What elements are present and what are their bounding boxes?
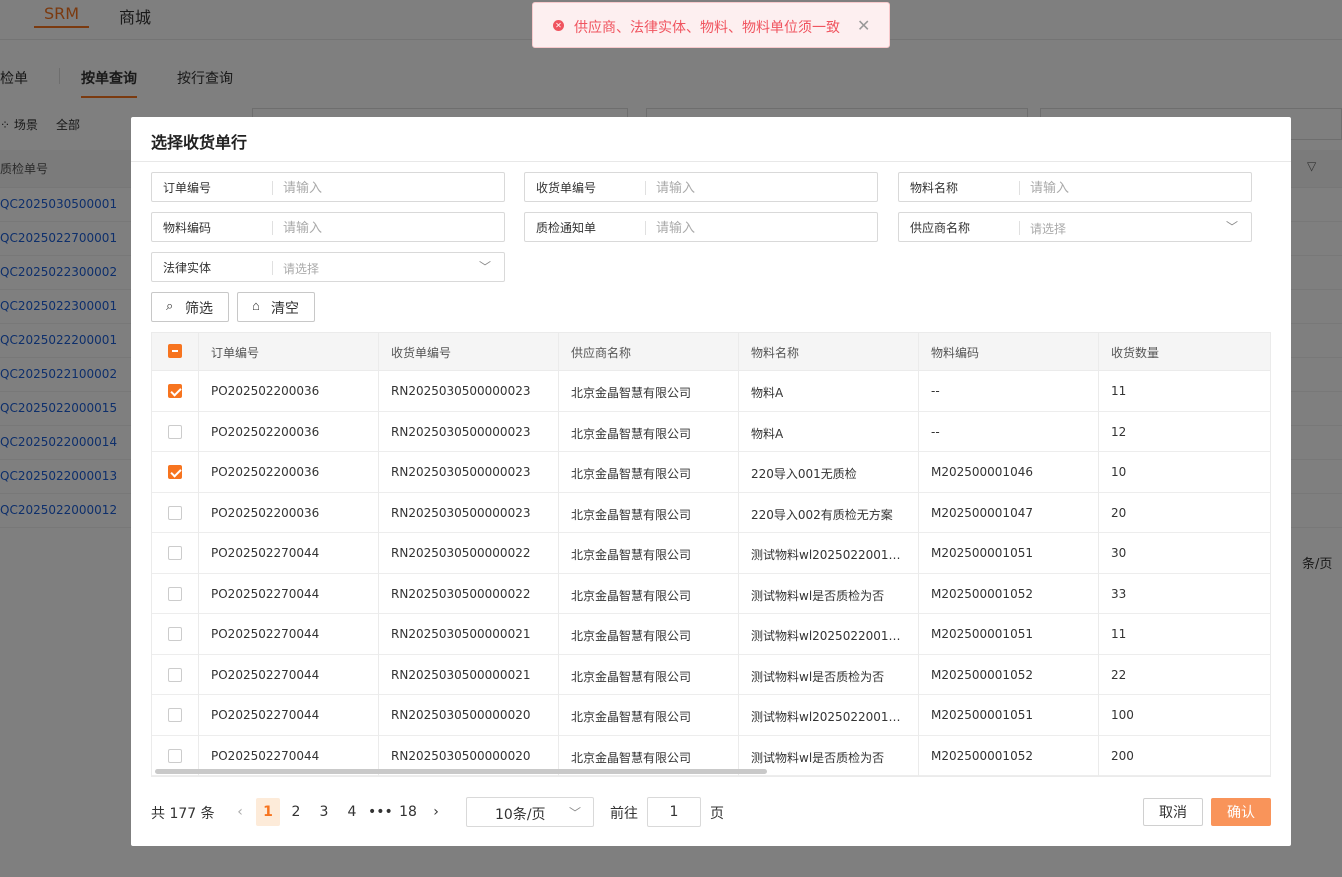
supplier-name-select[interactable]: 供应商名称 请选择 ﹀ <box>898 212 1252 242</box>
column-divider <box>918 333 919 776</box>
table-header: 订单编号 收货单编号 供应商名称 物料名称 物料编码 收货数量 <box>152 333 1270 371</box>
table-cell: 200 <box>1111 748 1134 763</box>
field-label: 法律实体 <box>163 261 212 275</box>
total-count: 共 177 条 <box>151 806 215 822</box>
order-number-input[interactable] <box>283 178 483 198</box>
field-divider <box>1019 181 1020 195</box>
row-checkbox[interactable] <box>168 384 182 398</box>
filter-button-label: 筛选 <box>185 300 213 316</box>
field-divider <box>272 181 273 195</box>
clear-button[interactable]: ⌂ 清空 <box>237 292 315 322</box>
row-checkbox[interactable] <box>168 748 182 763</box>
confirm-button[interactable]: 确认 <box>1211 798 1271 826</box>
field-label: 质检通知单 <box>536 221 597 235</box>
field-label: 订单编号 <box>163 181 212 195</box>
material-name-field[interactable]: 物料名称 <box>898 172 1252 202</box>
select-placeholder: 请选择 <box>1030 222 1067 236</box>
field-label: 物料编码 <box>163 221 212 235</box>
next-page-button[interactable]: › <box>424 798 448 826</box>
field-label: 供应商名称 <box>910 221 971 235</box>
receipt-number-input[interactable] <box>656 178 856 198</box>
table-row[interactable]: PO202502270044 RN2025030500000022 北京金晶智慧有限… <box>152 533 1270 574</box>
chevron-down-icon: ﹀ <box>569 806 582 820</box>
table-row[interactable]: PO202502200036 RN2025030500000023 北京金晶智慧有限… <box>152 412 1270 452</box>
row-checkbox[interactable] <box>168 627 182 641</box>
material-name-input[interactable] <box>1030 178 1230 198</box>
error-icon: ✕ <box>553 20 564 31</box>
table-row[interactable]: PO202502200036 RN2025030500000023 北京金晶智慧有限… <box>152 493 1270 533</box>
row-checkbox[interactable] <box>168 586 182 601</box>
field-divider <box>645 221 646 235</box>
clear-button-label: 清空 <box>271 300 299 316</box>
table-row[interactable]: PO202502270044 RN2025030500000020 北京金晶智慧有限… <box>152 695 1270 736</box>
inspection-notice-input[interactable] <box>656 218 856 238</box>
page-size-select[interactable]: 10条/页 ﹀ <box>466 797 594 827</box>
field-divider <box>1019 221 1020 235</box>
table-row[interactable]: PO202502200036 RN2025030500000023 北京金晶智慧有限… <box>152 371 1270 412</box>
order-number-field[interactable]: 订单编号 <box>151 172 505 202</box>
field-divider <box>272 221 273 235</box>
search-icon: ⌕ <box>166 298 174 313</box>
column-divider <box>378 333 379 776</box>
field-label: 物料名称 <box>910 181 959 195</box>
page-18[interactable]: 18 <box>396 798 420 826</box>
field-divider <box>272 261 273 275</box>
chevron-down-icon: ﹀ <box>479 260 492 274</box>
receipt-number-field[interactable]: 收货单编号 <box>524 172 878 202</box>
page-ellipsis[interactable]: ••• <box>368 798 393 826</box>
receipt-line-table: 订单编号 收货单编号 供应商名称 物料名称 物料编码 收货数量 PO202502… <box>151 332 1271 777</box>
chevron-down-icon: ﹀ <box>1226 220 1239 234</box>
table-row[interactable]: PO202502270044 RN2025030500000022 北京金晶智慧有限… <box>152 574 1270 614</box>
column-divider <box>738 333 739 776</box>
dialog-header: 选择收货单行 <box>131 117 1291 162</box>
row-checkbox[interactable] <box>168 505 182 520</box>
table-row[interactable]: PO202502270044 RN2025030500000021 北京金晶智慧有限… <box>152 614 1270 655</box>
field-divider <box>645 181 646 195</box>
table-cell: M202500001052 <box>931 748 1033 763</box>
close-icon[interactable]: ✕ <box>857 16 870 35</box>
field-label: 收货单编号 <box>536 181 597 195</box>
page-1[interactable]: 1 <box>256 798 280 826</box>
legal-entity-select[interactable]: 法律实体 请选择 ﹀ <box>151 252 505 282</box>
table-cell: 测试物料wl是否质检为否 <box>751 750 885 765</box>
row-checkbox[interactable] <box>168 546 182 560</box>
goto-label: 前往 <box>610 806 638 822</box>
filter-button[interactable]: ⌕ 筛选 <box>151 292 229 322</box>
column-divider <box>198 333 199 776</box>
dialog-title: 选择收货单行 <box>151 133 248 152</box>
row-checkbox[interactable] <box>168 667 182 682</box>
page-4[interactable]: 4 <box>340 798 364 826</box>
table-row[interactable]: PO202502200036 RN2025030500000023 北京金晶智慧有限… <box>152 452 1270 493</box>
select-receipt-line-dialog: 选择收货单行 订单编号 收货单编号 物料名称 物料编码 质检通知单 供应商名称 … <box>131 117 1291 846</box>
material-code-input[interactable] <box>283 218 483 238</box>
page-size-value: 10条/页 <box>495 807 546 823</box>
select-all-checkbox[interactable] <box>168 344 182 358</box>
error-toast: ✕ 供应商、法律实体、物料、物料单位须一致 ✕ <box>532 2 890 48</box>
page-3[interactable]: 3 <box>312 798 336 826</box>
row-checkbox[interactable] <box>168 424 182 439</box>
select-placeholder: 请选择 <box>283 262 320 276</box>
column-divider <box>1098 333 1099 776</box>
inspection-notice-field[interactable]: 质检通知单 <box>524 212 878 242</box>
goto-suffix: 页 <box>710 806 724 822</box>
horizontal-scrollbar[interactable] <box>155 769 767 774</box>
table-row[interactable]: PO202502270044 RN2025030500000021 北京金晶智慧有限… <box>152 655 1270 695</box>
goto-page-input[interactable] <box>647 797 701 827</box>
row-checkbox[interactable] <box>168 465 182 479</box>
material-code-field[interactable]: 物料编码 <box>151 212 505 242</box>
toast-message: 供应商、法律实体、物料、物料单位须一致 <box>574 20 840 36</box>
prev-page-button[interactable]: ‹ <box>228 798 252 826</box>
column-divider <box>558 333 559 776</box>
page-2[interactable]: 2 <box>284 798 308 826</box>
cancel-button[interactable]: 取消 <box>1143 798 1203 826</box>
row-checkbox[interactable] <box>168 708 182 722</box>
broom-icon: ⌂ <box>252 298 260 313</box>
